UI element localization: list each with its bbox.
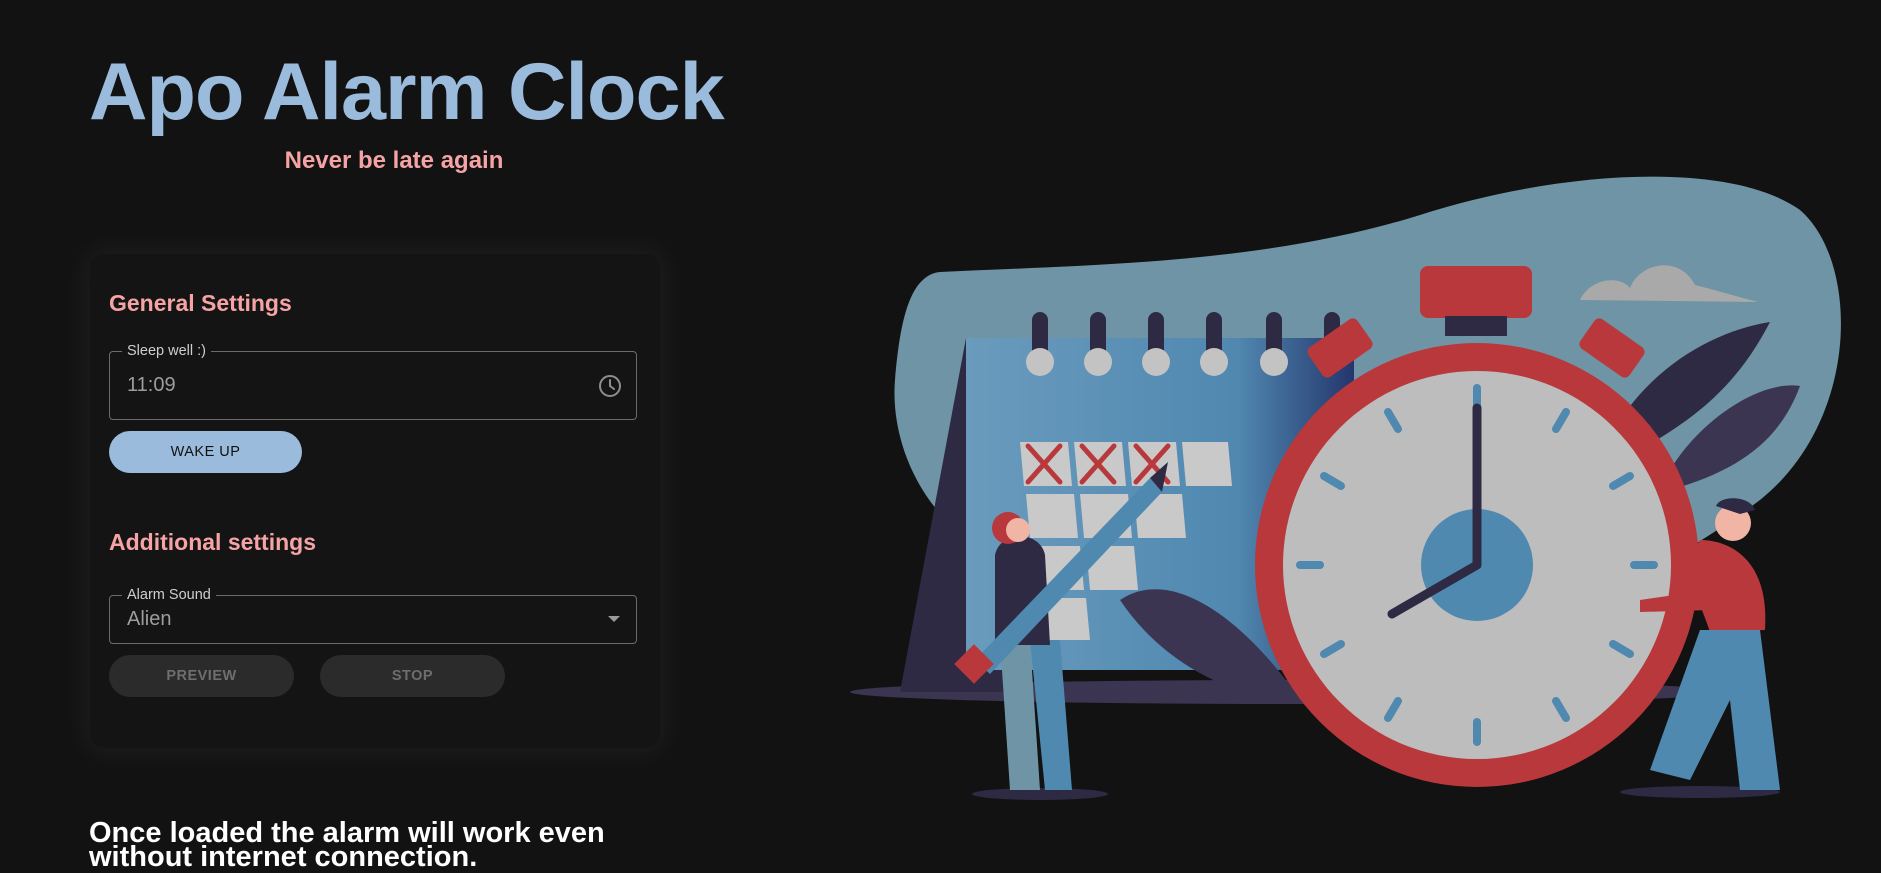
offline-info-text: Once loaded the alarm will work even wit… [89, 817, 605, 873]
dropdown-arrow-icon[interactable] [608, 616, 620, 622]
wake-time-input[interactable]: Sleep well :) 11:09 [109, 342, 637, 420]
alarm-clock-illustration [850, 176, 1841, 800]
preview-button[interactable]: PREVIEW [109, 655, 294, 697]
additional-settings-heading: Additional settings [109, 529, 316, 555]
stop-button[interactable]: STOP [320, 655, 505, 697]
app-title: Apo Alarm Clock [89, 47, 725, 137]
wake-time-value: 11:09 [127, 374, 176, 396]
clock-icon[interactable] [598, 374, 622, 398]
alarm-sound-select[interactable]: Alarm Sound Alien [109, 586, 637, 644]
app-subtitle: Never be late again [284, 147, 504, 174]
stopwatch [1255, 266, 1699, 787]
alarm-sound-label: Alarm Sound [122, 586, 216, 604]
wake-time-label: Sleep well :) [122, 342, 211, 360]
settings-card: General Settings Sleep well :) 11:09 WAK… [90, 254, 660, 748]
general-settings-heading: General Settings [109, 290, 292, 316]
alarm-sound-value: Alien [127, 608, 172, 630]
wake-up-button[interactable]: WAKE UP [109, 431, 302, 473]
